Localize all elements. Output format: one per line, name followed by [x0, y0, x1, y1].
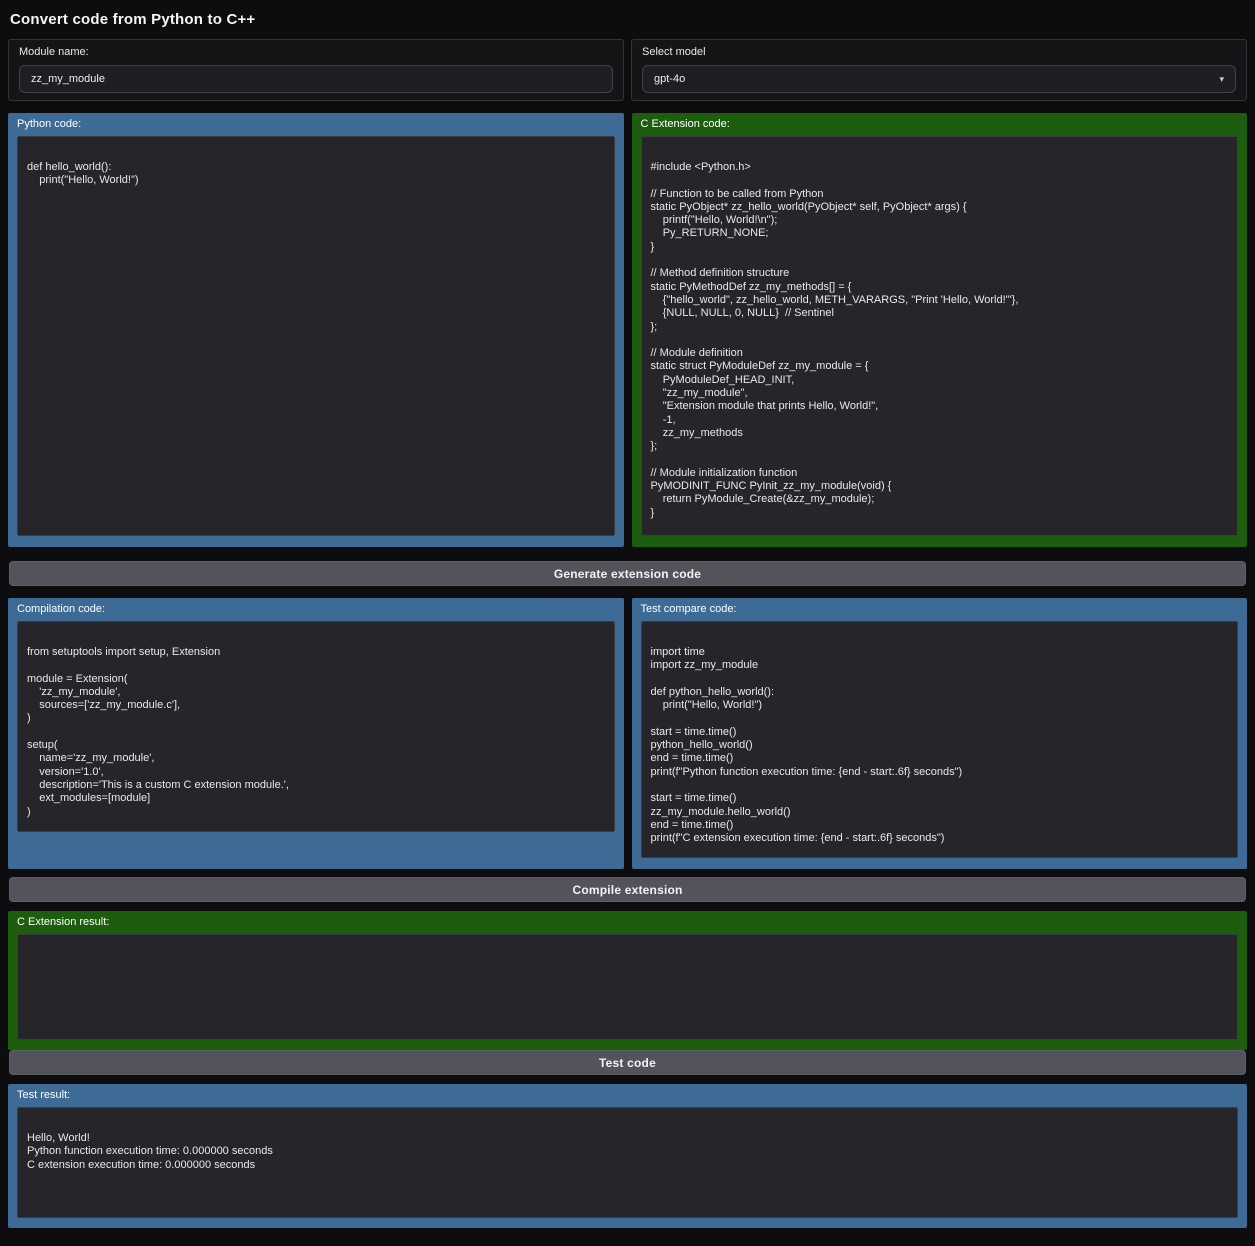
compilation-code-editor[interactable]: from setuptools import setup, Extension … — [17, 621, 615, 832]
c-extension-code-panel: C Extension code: #include <Python.h> //… — [632, 113, 1248, 547]
compilation-code-label: Compilation code: — [17, 603, 615, 615]
chevron-down-icon: ▾ — [1219, 74, 1224, 85]
build-code-row: Compilation code: from setuptools import… — [8, 598, 1247, 869]
python-code-label: Python code: — [17, 118, 615, 130]
c-extension-result-output[interactable] — [17, 934, 1238, 1040]
test-compare-code-label: Test compare code: — [641, 603, 1239, 615]
test-result-output[interactable]: Hello, World! Python function execution … — [17, 1107, 1238, 1218]
compilation-code-panel: Compilation code: from setuptools import… — [8, 598, 624, 869]
module-name-label: Module name: — [19, 46, 613, 58]
compile-extension-button[interactable]: Compile extension — [9, 877, 1246, 902]
c-extension-code-editor[interactable]: #include <Python.h> // Function to be ca… — [641, 136, 1239, 536]
python-code-editor[interactable]: def hello_world(): print("Hello, World!"… — [17, 136, 615, 536]
test-result-panel: Test result: Hello, World! Python functi… — [8, 1084, 1247, 1228]
page-title: Convert code from Python to C++ — [8, 0, 1247, 39]
model-select-value: gpt-4o — [654, 73, 685, 85]
c-extension-result-panel: C Extension result: — [8, 911, 1247, 1050]
test-result-label: Test result: — [17, 1089, 1238, 1101]
c-extension-code-label: C Extension code: — [641, 118, 1239, 130]
source-code-row: Python code: def hello_world(): print("H… — [8, 113, 1247, 547]
test-compare-code-editor[interactable]: import time import zz_my_module def pyth… — [641, 621, 1239, 858]
module-name-input[interactable] — [19, 65, 613, 93]
test-code-button[interactable]: Test code — [9, 1050, 1246, 1075]
test-compare-code-panel: Test compare code: import time import zz… — [632, 598, 1248, 869]
c-extension-result-label: C Extension result: — [17, 916, 1238, 928]
model-select-group: Select model gpt-4o ▾ — [631, 39, 1247, 101]
settings-row: Module name: Select model gpt-4o ▾ — [8, 39, 1247, 101]
model-select-label: Select model — [642, 46, 1236, 58]
python-code-panel: Python code: def hello_world(): print("H… — [8, 113, 624, 547]
model-select[interactable]: gpt-4o ▾ — [642, 65, 1236, 93]
generate-extension-code-button[interactable]: Generate extension code — [9, 561, 1246, 586]
module-name-group: Module name: — [8, 39, 624, 101]
app-page: Convert code from Python to C++ Module n… — [0, 0, 1255, 1228]
